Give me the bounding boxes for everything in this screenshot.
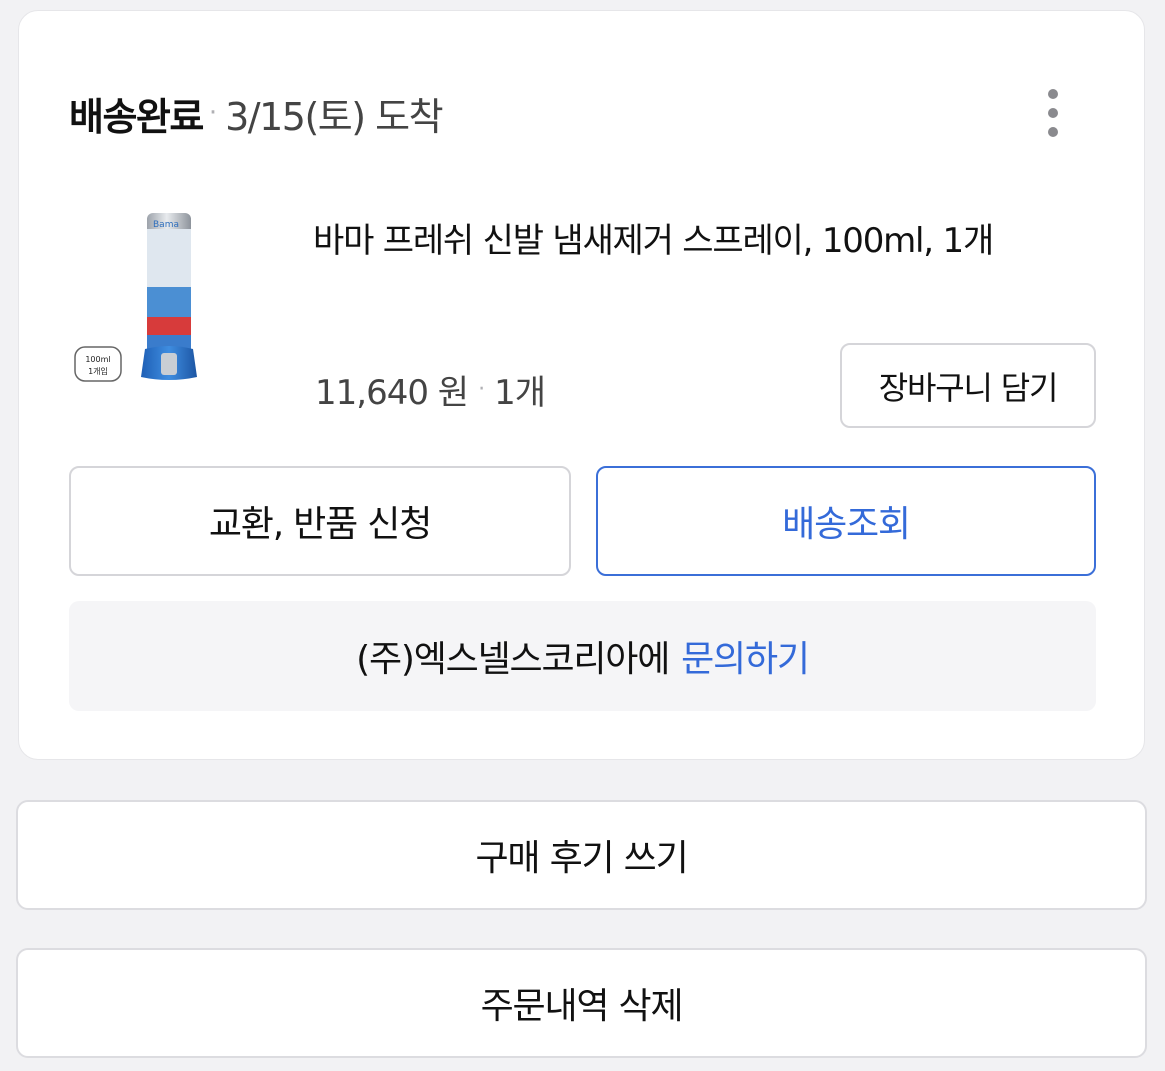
thumbnail-tag-top: 100ml bbox=[85, 355, 110, 364]
price-line: 11,640 원 · 1개 bbox=[315, 365, 546, 414]
product-quantity: 1개 bbox=[494, 373, 546, 413]
order-card: 배송완료 · 3/15(토) 도착 Bama 100ml 1개입 바마 프레쉬 … bbox=[18, 10, 1145, 760]
thumbnail-brand: Bama bbox=[153, 220, 179, 230]
more-dot bbox=[1048, 89, 1058, 99]
product-name[interactable]: 바마 프레쉬 신발 냄새제거 스프레이, 100ml, 1개 bbox=[313, 209, 1083, 273]
delete-order-button[interactable]: 주문내역 삭제 bbox=[16, 948, 1147, 1058]
inquiry-link[interactable]: 문의하기 bbox=[681, 630, 810, 682]
track-delivery-button[interactable]: 배송조회 bbox=[596, 466, 1096, 576]
arrival-date: 3/15(토) 도착 bbox=[225, 94, 443, 139]
separator-dot: · bbox=[478, 377, 485, 402]
add-to-cart-button[interactable]: 장바구니 담기 bbox=[840, 343, 1096, 428]
product-thumbnail[interactable]: Bama 100ml 1개입 bbox=[73, 207, 209, 393]
exchange-return-button[interactable]: 교환, 반품 신청 bbox=[69, 466, 571, 576]
separator-dot: · bbox=[208, 98, 218, 128]
delivery-status: 배송완료 bbox=[69, 94, 204, 139]
more-dot bbox=[1048, 108, 1058, 118]
spray-bottle-image: Bama 100ml 1개입 bbox=[74, 213, 197, 382]
seller-name: (주)엑스넬스코리아에 bbox=[356, 639, 670, 680]
thumbnail-tag-bottom: 1개입 bbox=[88, 366, 108, 376]
write-review-button[interactable]: 구매 후기 쓰기 bbox=[16, 800, 1147, 910]
product-price: 11,640 원 bbox=[315, 373, 469, 413]
order-header: 배송완료 · 3/15(토) 도착 bbox=[69, 87, 444, 139]
more-options-icon[interactable] bbox=[1029, 75, 1077, 151]
more-dot bbox=[1048, 127, 1058, 137]
seller-inquiry-box: (주)엑스넬스코리아에 문의하기 bbox=[69, 601, 1096, 711]
